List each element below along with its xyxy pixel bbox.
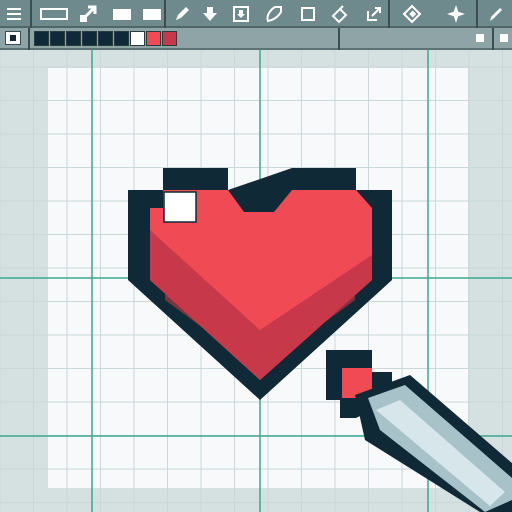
options-bar <box>0 28 512 50</box>
lasso-icon <box>266 6 282 23</box>
pixel-canvas[interactable] <box>0 50 512 512</box>
square-button[interactable] <box>296 2 320 26</box>
eraser-button[interactable] <box>400 2 424 26</box>
eraser-icon <box>402 4 422 24</box>
brush-button[interactable] <box>484 2 508 26</box>
move-icon <box>447 5 465 23</box>
palette-swatch[interactable] <box>162 31 177 46</box>
import-button[interactable] <box>229 2 253 26</box>
toolbar-divider <box>28 28 30 50</box>
toolbar-divider <box>30 0 32 28</box>
transform-button[interactable] <box>76 2 100 26</box>
brush-icon <box>490 8 502 21</box>
transform-icon <box>79 5 97 23</box>
square-icon <box>301 7 315 21</box>
export-icon <box>367 7 381 21</box>
lasso-button[interactable] <box>262 2 286 26</box>
swatch-secondary-button[interactable] <box>476 34 484 42</box>
fill-bucket-button[interactable] <box>328 2 352 26</box>
palette-swatch[interactable] <box>130 31 145 46</box>
toolbar-divider <box>492 28 494 50</box>
export-button[interactable] <box>362 2 386 26</box>
fill-bucket-icon <box>331 5 348 24</box>
pen-button[interactable] <box>170 2 194 26</box>
fill-rect-icon <box>113 9 131 20</box>
palette-end-divider <box>338 28 340 50</box>
pen-icon <box>176 7 189 20</box>
palette-swatch[interactable] <box>34 31 49 46</box>
fill-rect-button[interactable] <box>110 2 134 26</box>
menu-button[interactable] <box>2 2 26 26</box>
import-icon <box>233 6 249 22</box>
arrow-down-icon <box>203 7 217 21</box>
toolbar-divider <box>388 0 390 28</box>
palette-swatch[interactable] <box>82 31 97 46</box>
fill-rect-alt-icon <box>143 9 161 20</box>
palette-swatch[interactable] <box>50 31 65 46</box>
move-button[interactable] <box>444 2 468 26</box>
palette-swatch[interactable] <box>146 31 161 46</box>
swatch-tertiary-button[interactable] <box>500 34 508 42</box>
rectangle-select-icon <box>40 8 68 20</box>
canvas-area <box>0 50 512 512</box>
top-toolbar <box>0 0 512 28</box>
palette-swatch[interactable] <box>66 31 81 46</box>
menu-icon <box>7 8 21 20</box>
toolbar-divider <box>164 0 166 28</box>
current-color-indicator[interactable] <box>5 31 21 45</box>
arrow-down-button[interactable] <box>198 2 222 26</box>
palette-swatch[interactable] <box>114 31 129 46</box>
fill-rect-alt-button[interactable] <box>140 2 164 26</box>
heart-highlight <box>163 191 197 223</box>
rectangle-select-button[interactable] <box>38 2 70 26</box>
toolbar-divider <box>476 0 478 28</box>
palette-swatch[interactable] <box>98 31 113 46</box>
